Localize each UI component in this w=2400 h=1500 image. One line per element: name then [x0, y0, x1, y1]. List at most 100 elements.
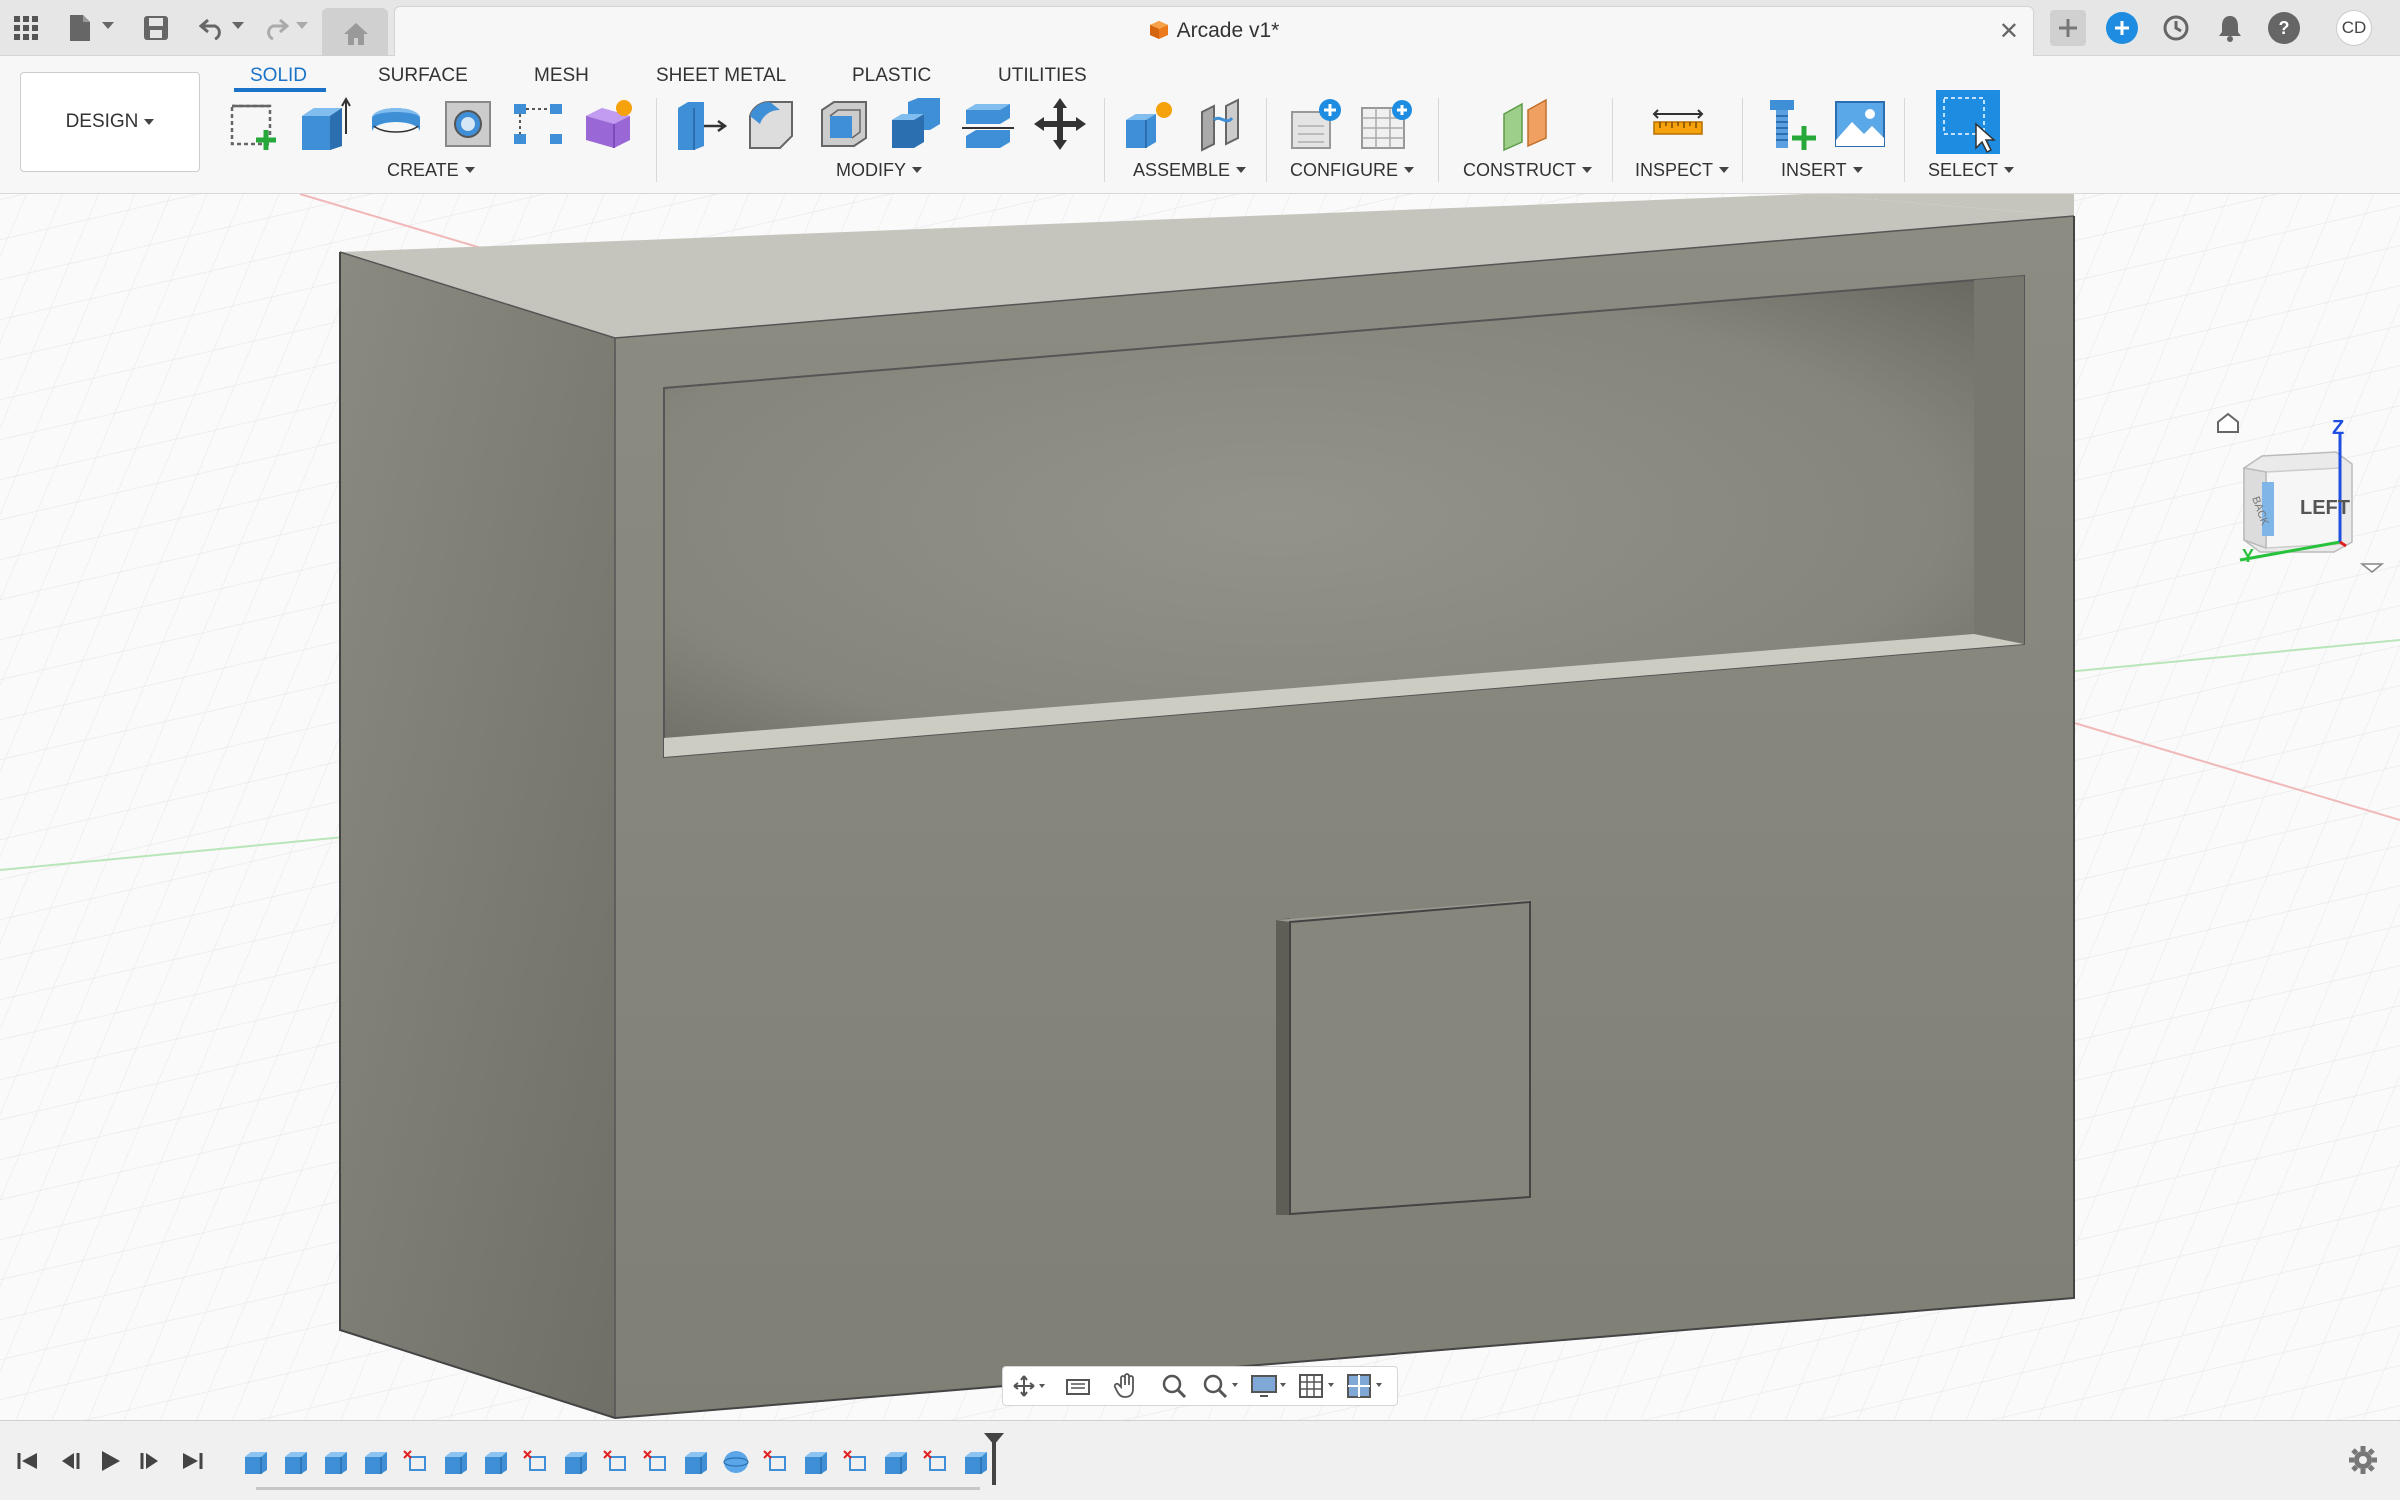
coin-door-panel[interactable]	[1276, 900, 1531, 1216]
timeline-feature-extrude-icon[interactable]	[962, 1449, 990, 1475]
timeline-feature-sketch-icon[interactable]	[922, 1449, 950, 1475]
tab-mesh[interactable]: MESH	[534, 60, 589, 92]
look-at-icon[interactable]	[1057, 1369, 1099, 1403]
toolbar-divider	[1612, 98, 1613, 182]
timeline-feature-extrude-icon[interactable]	[882, 1449, 910, 1475]
workspace-switcher[interactable]: DESIGN	[20, 72, 200, 172]
timeline-feature-extrude-icon[interactable]	[442, 1449, 470, 1475]
new-component-icon[interactable]	[1120, 96, 1176, 152]
job-status-icon[interactable]	[2160, 12, 2192, 44]
shell-icon[interactable]	[816, 96, 872, 152]
chevron-down-icon	[144, 119, 155, 125]
view-cube[interactable]: LEFT BACK Z Y	[2200, 394, 2400, 594]
close-tab-button[interactable]: ✕	[1999, 17, 2019, 46]
save-icon[interactable]	[140, 12, 172, 44]
revolve-icon[interactable]	[368, 96, 424, 152]
joint-icon[interactable]	[1192, 96, 1248, 152]
configure-menu[interactable]: CONFIGURE	[1290, 160, 1414, 181]
tab-utilities[interactable]: UTILITIES	[998, 60, 1087, 92]
insert-canvas-icon[interactable]	[1832, 96, 1888, 152]
move-copy-icon[interactable]	[1032, 96, 1088, 152]
display-settings-icon[interactable]	[1249, 1369, 1291, 1403]
timeline-feature-sketch-icon[interactable]	[642, 1449, 670, 1475]
timeline-feature-extrude-icon[interactable]	[562, 1449, 590, 1475]
viewports-icon[interactable]	[1345, 1369, 1387, 1403]
timeline-track[interactable]	[256, 1487, 980, 1490]
pattern-icon[interactable]	[510, 96, 566, 152]
extrude-icon[interactable]	[296, 96, 352, 152]
hole-icon[interactable]	[440, 96, 496, 152]
file-icon[interactable]	[64, 12, 96, 44]
user-avatar[interactable]: CD	[2336, 10, 2372, 46]
undo-icon[interactable]	[196, 12, 228, 44]
step-back-button[interactable]	[52, 1443, 88, 1479]
create-sketch-icon[interactable]	[226, 96, 282, 152]
timeline-marker[interactable]	[992, 1437, 996, 1485]
measure-icon[interactable]	[1650, 96, 1706, 152]
select-icon[interactable]	[1936, 90, 2000, 154]
configure-design-icon[interactable]	[1288, 96, 1344, 152]
timeline-feature-extrude-icon[interactable]	[802, 1449, 830, 1475]
extensions-icon[interactable]	[2106, 12, 2138, 44]
chevron-down-icon	[2004, 167, 2015, 173]
orbit-icon[interactable]	[1009, 1369, 1051, 1403]
tab-surface[interactable]: SURFACE	[378, 60, 468, 92]
timeline-feature-sketch-icon[interactable]	[762, 1449, 790, 1475]
file-menu-caret-icon[interactable]	[102, 22, 114, 29]
redo-icon[interactable]	[260, 12, 292, 44]
timeline-feature-extrude-icon[interactable]	[322, 1449, 350, 1475]
go-to-start-button[interactable]	[10, 1443, 46, 1479]
offset-plane-icon[interactable]	[1498, 96, 1554, 152]
timeline-feature-sketch-icon[interactable]	[602, 1449, 630, 1475]
redo-caret-icon[interactable]	[296, 22, 308, 29]
ribbon-toolbar: DESIGN SOLID SURFACE MESH SHEET METAL PL…	[0, 56, 2400, 194]
undo-caret-icon[interactable]	[232, 22, 244, 29]
home-tab[interactable]	[322, 8, 388, 56]
timeline-feature-sphere-icon[interactable]	[722, 1449, 750, 1475]
create-menu[interactable]: CREATE	[387, 160, 475, 181]
home-view-icon[interactable]	[2217, 412, 2239, 433]
modify-menu[interactable]: MODIFY	[836, 160, 922, 181]
fit-icon[interactable]	[1201, 1369, 1243, 1403]
view-cube-menu-icon[interactable]	[2359, 563, 2385, 573]
timeline-feature-extrude-icon[interactable]	[682, 1449, 710, 1475]
timeline-feature-extrude-icon[interactable]	[482, 1449, 510, 1475]
create-form-icon[interactable]	[580, 96, 636, 152]
zoom-icon[interactable]	[1153, 1369, 1195, 1403]
timeline-settings-gear-icon[interactable]	[2348, 1445, 2380, 1477]
press-pull-icon[interactable]	[672, 96, 728, 152]
play-button[interactable]	[92, 1443, 128, 1479]
arcade-body[interactable]	[339, 194, 2075, 1420]
insert-menu[interactable]: INSERT	[1781, 160, 1863, 181]
new-tab-icon[interactable]	[2050, 10, 2086, 46]
combine-icon[interactable]	[888, 96, 944, 152]
fillet-icon[interactable]	[744, 96, 800, 152]
model-canvas[interactable]	[0, 194, 2400, 1420]
timeline-feature-extrude-icon[interactable]	[242, 1449, 270, 1475]
grid-settings-icon[interactable]	[1297, 1369, 1339, 1403]
split-body-icon[interactable]	[960, 96, 1016, 152]
go-to-end-button[interactable]	[174, 1443, 210, 1479]
timeline-feature-extrude-icon[interactable]	[362, 1449, 390, 1475]
select-menu[interactable]: SELECT	[1928, 160, 2015, 181]
notifications-icon[interactable]	[2214, 12, 2246, 44]
tab-plastic[interactable]: PLASTIC	[852, 60, 931, 92]
3d-viewport[interactable]: LEFT BACK Z Y	[0, 194, 2400, 1420]
apps-grid-icon[interactable]	[10, 12, 42, 44]
help-icon[interactable]: ?	[2268, 12, 2300, 44]
insert-mcmaster-icon[interactable]	[1764, 96, 1820, 152]
tab-sheet-metal[interactable]: SHEET METAL	[656, 60, 786, 92]
pan-icon[interactable]	[1105, 1369, 1147, 1403]
construct-menu[interactable]: CONSTRUCT	[1463, 160, 1592, 181]
body-left-face	[340, 252, 615, 1418]
timeline-feature-sketch-icon[interactable]	[402, 1449, 430, 1475]
step-forward-button[interactable]	[132, 1443, 168, 1479]
inspect-menu[interactable]: INSPECT	[1635, 160, 1730, 181]
document-tab[interactable]: Arcade v1* ✕	[394, 6, 2034, 56]
design-cube-icon	[1149, 21, 1168, 39]
timeline-feature-sketch-icon[interactable]	[842, 1449, 870, 1475]
timeline-feature-extrude-icon[interactable]	[282, 1449, 310, 1475]
assemble-menu[interactable]: ASSEMBLE	[1133, 160, 1247, 181]
timeline-feature-sketch-icon[interactable]	[522, 1449, 550, 1475]
configuration-table-icon[interactable]	[1358, 96, 1414, 152]
